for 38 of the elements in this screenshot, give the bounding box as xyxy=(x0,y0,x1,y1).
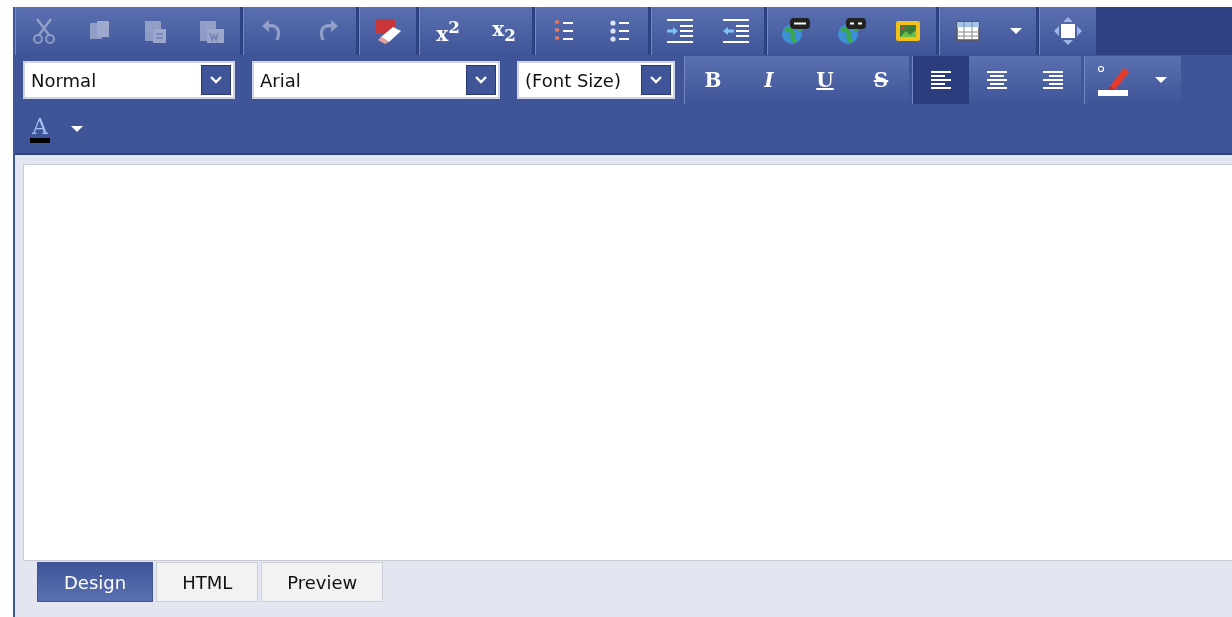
indent-icon xyxy=(665,17,695,45)
format-button[interactable]: U xyxy=(797,56,853,104)
eraser-icon xyxy=(373,17,403,45)
dropdown-field[interactable]: Normal xyxy=(23,61,235,99)
resize-icon xyxy=(1053,16,1083,46)
redo-icon xyxy=(317,18,339,44)
chevron-down-icon xyxy=(474,75,488,85)
format-button[interactable]: A xyxy=(23,105,57,153)
globe-unlink-icon xyxy=(837,17,867,45)
chevron-down-icon xyxy=(209,75,223,85)
outdent-icon xyxy=(721,17,751,45)
dropdown-field[interactable]: Arial xyxy=(252,61,500,99)
format-button[interactable]: x$^{2}$ xyxy=(420,7,476,55)
undo-icon xyxy=(261,18,283,44)
mode-tab[interactable]: Design xyxy=(37,562,154,602)
clipboard-icon xyxy=(198,18,226,44)
bullet-list-icon xyxy=(609,18,631,44)
align-right-icon xyxy=(1041,70,1065,90)
image-icon xyxy=(894,18,922,44)
format-button[interactable]: x$_{2}$ xyxy=(476,7,532,55)
caret-icon xyxy=(70,125,84,133)
scissors-icon xyxy=(32,17,56,45)
mode-tab[interactable]: Preview xyxy=(261,562,384,602)
caret-icon xyxy=(1009,27,1023,35)
marker-icon xyxy=(1096,64,1130,96)
table-icon xyxy=(955,19,981,43)
format-button[interactable]: S xyxy=(853,56,909,104)
globe-link-icon xyxy=(781,17,811,45)
clipboard-icon xyxy=(143,18,169,44)
toolbar-button[interactable] xyxy=(913,56,969,104)
chevron-down-icon xyxy=(649,75,663,85)
align-center-icon xyxy=(985,70,1009,90)
caret-icon xyxy=(1154,76,1168,84)
mode-tab[interactable]: HTML xyxy=(156,562,259,602)
format-button[interactable]: I xyxy=(741,56,797,104)
format-button[interactable]: B xyxy=(685,56,741,104)
dropdown-field[interactable]: (Font Size) xyxy=(517,61,675,99)
align-left-icon xyxy=(929,70,953,90)
